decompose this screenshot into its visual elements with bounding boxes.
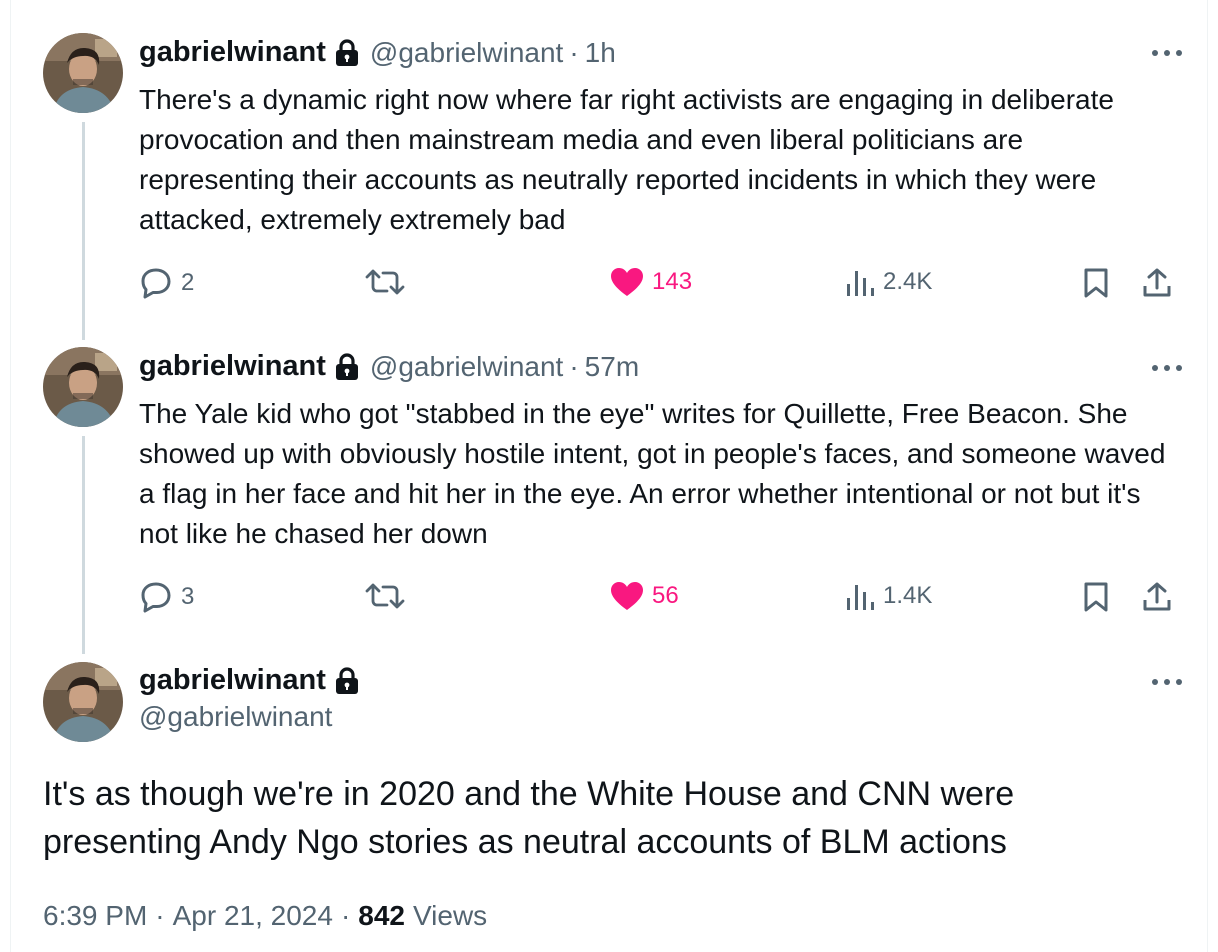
views-chart-icon [847,585,874,610]
timestamp[interactable]: 1h [585,37,616,69]
retweet-button[interactable] [365,581,413,611]
display-name[interactable]: gabrielwinant [139,36,326,69]
retweet-icon [365,583,405,609]
views-count: 2.4K [883,268,933,295]
share-button[interactable] [1142,581,1172,613]
bookmark-button[interactable] [1083,267,1109,299]
reply-count: 2 [181,269,195,296]
views-label: Views [413,900,488,931]
tweet-text: It's as though we're in 2020 and the Whi… [43,775,1015,861]
more-icon[interactable] [1152,363,1182,373]
more-icon[interactable] [1152,677,1182,687]
handle[interactable]: @gabrielwinant [370,351,563,383]
tweet-actions: 2 143 2.4K [139,267,1182,301]
display-name[interactable]: gabrielwinant [139,350,326,383]
share-button[interactable] [1142,267,1172,299]
retweet-button[interactable] [365,267,413,297]
views-count: 842 [358,900,405,931]
tweet-text: The Yale kid who got "stabbed in the eye… [139,398,1166,549]
reply-count: 3 [181,583,195,610]
views-button[interactable]: 1.4K [845,581,932,611]
tweet-time[interactable]: 6:39 PM [43,900,147,932]
separator: · [340,900,351,931]
reply-icon [141,268,171,299]
views-count: 1.4K [883,582,933,609]
bookmark-icon [1084,268,1108,298]
reply-icon [141,582,171,613]
share-icon [1143,582,1171,611]
tweet-actions: 3 56 1.4K [139,581,1182,615]
share-icon [1143,268,1171,297]
main-tweet-header: gabrielwinant @gabrielwinant [139,664,370,733]
lock-icon [334,666,360,695]
thread-connector [82,436,85,654]
retweet-icon [365,269,405,295]
handle[interactable]: @gabrielwinant [370,37,563,69]
separator: · [155,900,165,931]
separator: · [569,350,579,382]
like-count: 143 [652,268,693,295]
lock-icon [334,38,360,67]
lock-icon [334,352,360,381]
reply-button[interactable]: 2 [139,267,194,299]
separator: · [569,36,579,68]
timestamp[interactable]: 57m [585,351,639,383]
views-chart-icon [847,271,874,296]
like-button[interactable]: 143 [610,267,692,297]
heart-filled-icon [611,582,643,610]
like-count: 56 [652,582,679,609]
reply-button[interactable]: 3 [139,581,194,613]
more-icon[interactable] [1152,48,1182,58]
like-button[interactable]: 56 [610,581,679,611]
tweet-header: gabrielwinant @gabrielwinant · 1h [139,36,616,69]
thread-connector [82,122,85,340]
tweet-header: gabrielwinant @gabrielwinant · 57m [139,350,639,383]
handle[interactable]: @gabrielwinant [139,701,370,733]
avatar[interactable] [43,662,123,742]
tweet-date[interactable]: Apr 21, 2024 [173,900,333,932]
views-button[interactable]: 2.4K [845,267,932,297]
display-name[interactable]: gabrielwinant [139,664,326,697]
avatar[interactable] [43,347,123,427]
avatar[interactable] [43,33,123,113]
bookmark-icon [1084,582,1108,612]
heart-filled-icon [611,268,643,296]
tweet-text: There's a dynamic right now where far ri… [139,84,1114,235]
bookmark-button[interactable] [1083,581,1109,613]
tweet-meta: 6:39 PM · Apr 21, 2024 · 842 Views [43,900,487,932]
